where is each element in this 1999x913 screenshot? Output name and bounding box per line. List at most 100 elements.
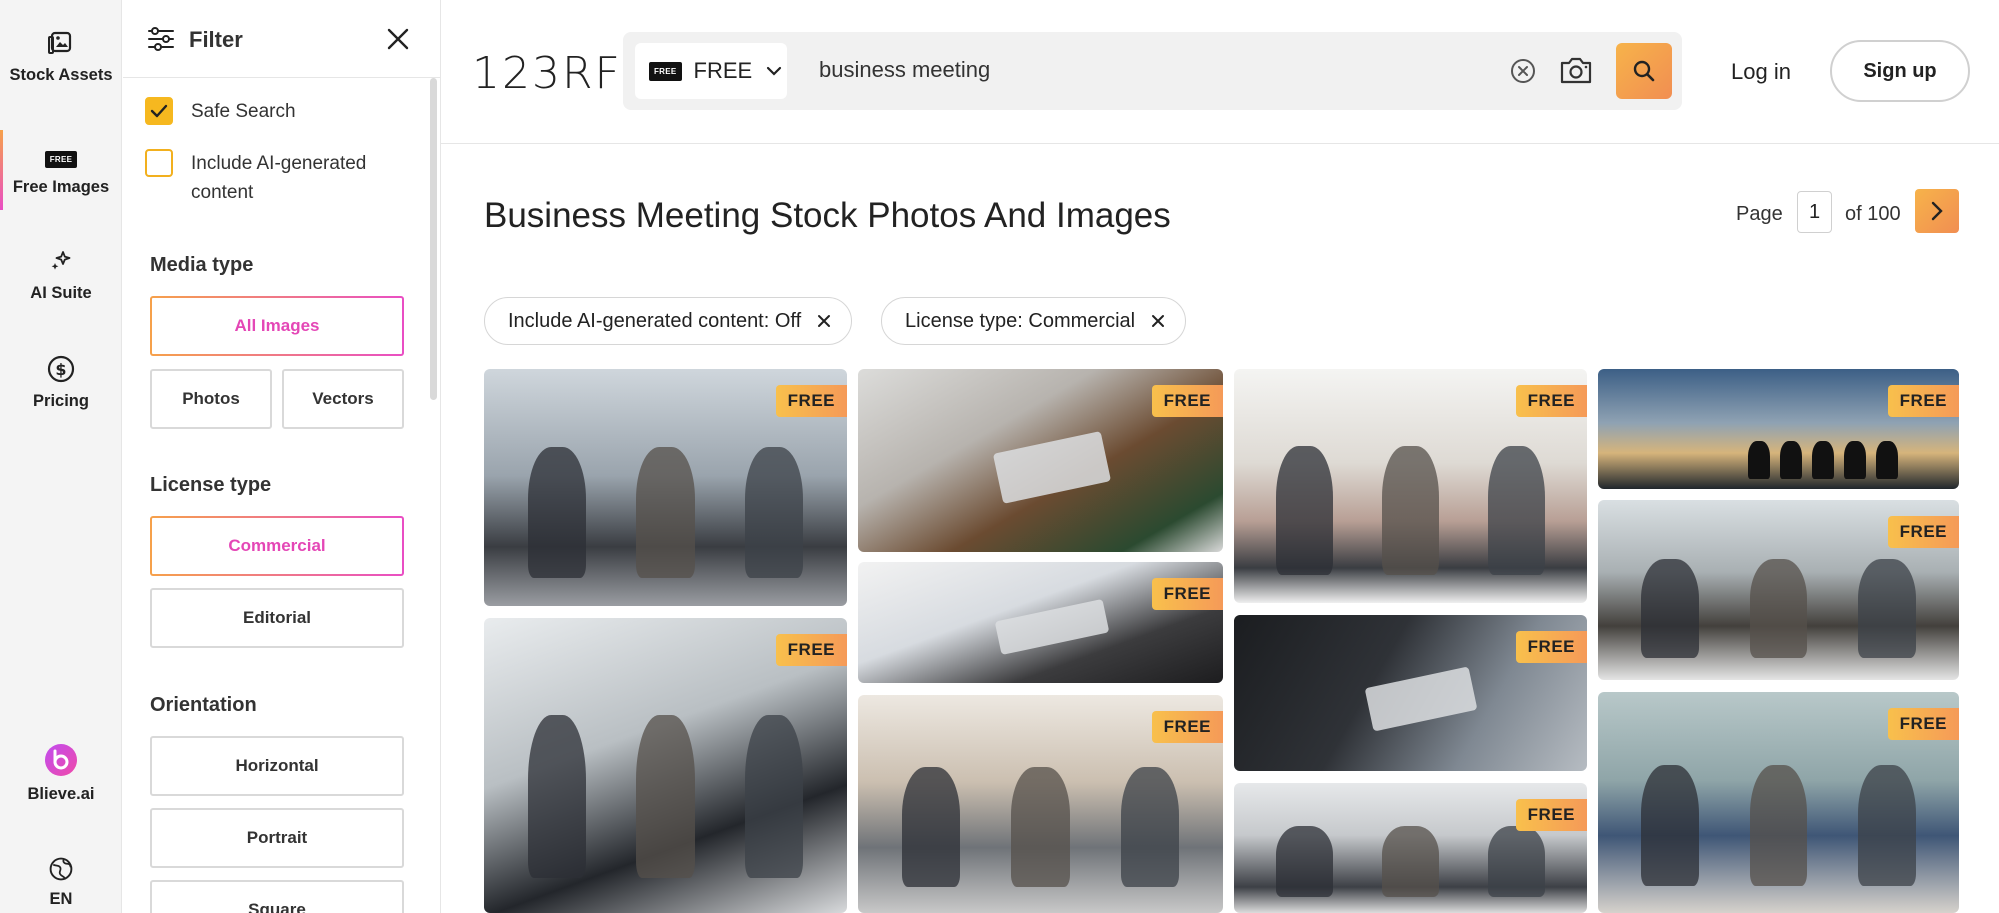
safe-search-checkbox[interactable] (145, 97, 173, 125)
image-figure (1749, 764, 1808, 887)
left-rail: Stock Assets FREE Free Images AI Suite $… (0, 0, 122, 913)
image-object (1364, 666, 1478, 732)
filter-title: Filter (189, 27, 243, 52)
search-button[interactable] (1616, 43, 1672, 99)
orientation-portrait-option[interactable]: Portrait (150, 808, 404, 868)
header-divider (441, 143, 1999, 144)
image-figure (1857, 559, 1916, 659)
image-figure (1120, 766, 1180, 887)
image-tile[interactable]: FREE (484, 618, 847, 913)
ai-content-toggle[interactable]: Include AI-generated content (145, 149, 401, 207)
image-figure (1276, 446, 1333, 575)
image-figure (1876, 441, 1898, 479)
media-type-title: Media type (150, 254, 254, 276)
media-photos-option[interactable]: Photos (150, 369, 272, 429)
free-badge: FREE (775, 634, 847, 666)
camera-search-icon[interactable] (1558, 54, 1594, 86)
image-object (994, 599, 1109, 656)
image-tile[interactable]: FREE (858, 369, 1223, 552)
media-vectors-option[interactable]: Vectors (282, 369, 404, 429)
rail-item-blieve[interactable]: Blieve.ai (0, 743, 122, 804)
image-figure (1812, 441, 1834, 479)
safe-search-toggle[interactable]: Safe Search (145, 97, 296, 126)
search-input[interactable] (819, 57, 1479, 83)
image-tile[interactable]: FREE (1234, 369, 1587, 603)
login-link[interactable]: Log in (1731, 59, 1791, 85)
image-figure (1749, 559, 1808, 659)
dollar-icon: $ (47, 355, 75, 383)
rail-label: AI Suite (30, 284, 92, 302)
filter-chip-ai-content: Include AI-generated content: Off (484, 297, 853, 345)
license-commercial-option[interactable]: Commercial (150, 516, 404, 576)
free-badge: FREE (1887, 385, 1959, 417)
image-figure (1844, 441, 1866, 479)
blieve-logo-icon (45, 744, 77, 776)
close-icon[interactable] (385, 26, 411, 52)
next-page-button[interactable] (1915, 189, 1959, 233)
image-figure (1011, 766, 1070, 887)
chevron-down-icon (767, 66, 782, 76)
sparkle-icon (51, 251, 71, 270)
free-badge-icon: FREE (649, 61, 682, 81)
image-figure (1382, 825, 1439, 898)
license-type-title: License type (150, 474, 272, 496)
image-tile[interactable]: FREE (1598, 500, 1959, 680)
image-tile[interactable]: FREE (858, 695, 1223, 913)
rail-item-stock-assets[interactable]: Stock Assets (0, 28, 122, 85)
image-tile[interactable]: FREE (1598, 369, 1959, 489)
image-figure (527, 447, 586, 578)
signup-button[interactable]: Sign up (1830, 40, 1970, 102)
free-dropdown-label: FREE (693, 58, 753, 83)
free-badge: FREE (1151, 385, 1223, 417)
filter-chip-license: License type: Commercial (881, 297, 1187, 345)
page-title: Business Meeting Stock Photos And Images (484, 196, 1171, 235)
ai-content-checkbox[interactable] (145, 149, 173, 177)
remove-chip-icon[interactable] (817, 314, 831, 328)
orientation-square-option[interactable]: Square (150, 880, 404, 913)
rail-label: Free Images (12, 178, 110, 196)
free-badge-icon: FREE (0, 140, 122, 178)
free-badge: FREE (1515, 631, 1587, 663)
image-tile[interactable]: FREE (1234, 783, 1587, 913)
license-editorial-option[interactable]: Editorial (150, 588, 404, 648)
free-badge: FREE (1151, 578, 1223, 610)
page-number-input[interactable]: 1 (1797, 191, 1832, 233)
rail-label: EN (49, 890, 73, 908)
image-figure (527, 715, 586, 878)
rail-item-free-images[interactable]: FREE Free Images (0, 140, 122, 197)
image-figure (901, 766, 961, 887)
free-content-dropdown[interactable]: FREE FREE (635, 43, 787, 99)
image-tile[interactable]: FREE (1598, 692, 1959, 913)
image-figure (745, 447, 804, 578)
chip-label: Include AI-generated content: Off (508, 309, 802, 332)
clear-search-icon[interactable] (1510, 58, 1536, 84)
free-badge: FREE (1887, 516, 1959, 548)
check-icon (150, 104, 168, 118)
filter-panel: Filter Safe Search Include AI-generated … (123, 0, 441, 913)
filter-header: Filter (123, 0, 440, 78)
stock-assets-icon (48, 31, 72, 54)
safe-search-label: Safe Search (191, 101, 296, 122)
filter-scrollbar[interactable] (430, 78, 437, 400)
free-badge: FREE (1887, 708, 1959, 740)
free-badge: FREE (1151, 711, 1223, 743)
media-all-images-option[interactable]: All Images (150, 296, 404, 356)
search-bar: FREE FREE (623, 32, 1682, 110)
image-tile[interactable]: FREE (858, 562, 1223, 683)
rail-item-language[interactable]: EN (0, 856, 122, 909)
image-figure (745, 715, 804, 878)
free-badge: FREE (775, 385, 847, 417)
image-tile[interactable]: FREE (1234, 615, 1587, 771)
rail-item-ai-suite[interactable]: AI Suite (0, 246, 122, 303)
remove-chip-icon[interactable] (1151, 314, 1165, 328)
image-figure (1641, 764, 1700, 887)
image-figure (636, 447, 695, 578)
image-tile[interactable]: FREE (484, 369, 847, 606)
free-badge: FREE (1515, 385, 1587, 417)
rail-item-pricing[interactable]: $ Pricing (0, 354, 122, 411)
image-figure (636, 715, 695, 878)
orientation-horizontal-option[interactable]: Horizontal (150, 736, 404, 796)
image-figure (1382, 446, 1439, 575)
site-logo[interactable]: 123RF (472, 48, 622, 99)
orientation-title: Orientation (150, 694, 257, 716)
